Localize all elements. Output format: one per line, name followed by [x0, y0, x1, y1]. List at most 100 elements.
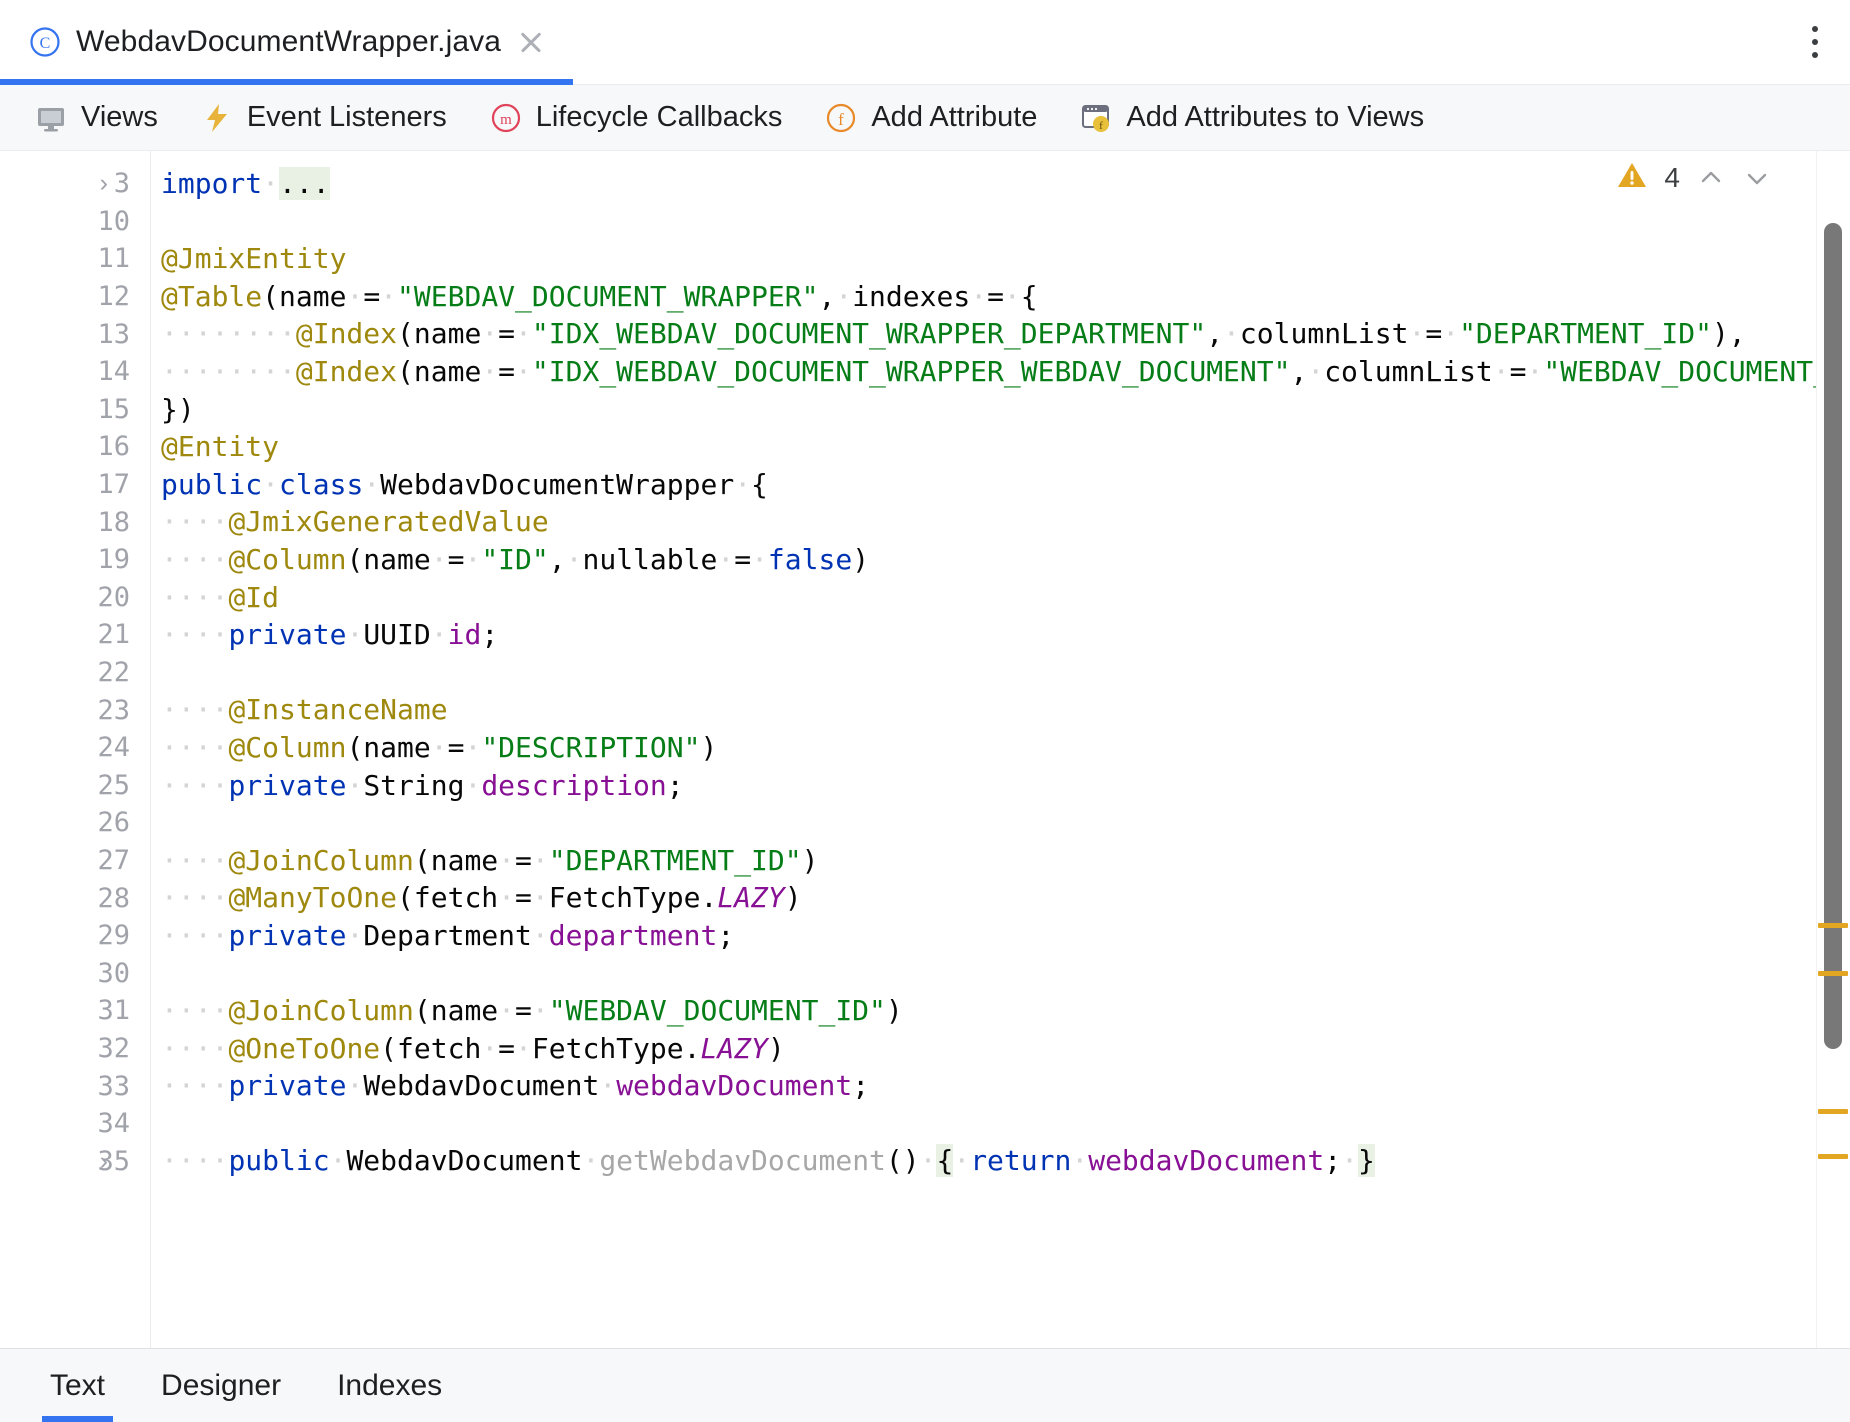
line-number-gutter[interactable]: ›31011 1213 14 1516 1718192021222324252627 28…: [0, 151, 150, 1348]
line-number[interactable]: 15: [0, 391, 150, 429]
line-number-label: 28: [97, 883, 130, 914]
line-number[interactable]: 23: [0, 691, 150, 729]
toolbar-action-add-attributes-to-views[interactable]: f Add Attributes to Views: [1079, 101, 1424, 135]
line-number[interactable]: 11: [0, 240, 150, 278]
line-number-label: 29: [97, 920, 130, 951]
code-line[interactable]: ····private·WebdavDocument·webdavDocumen…: [151, 1067, 1850, 1105]
line-number[interactable]: 13: [0, 315, 150, 353]
code-line[interactable]: ····@OneToOne(fetch·=·FetchType.LAZY): [151, 1030, 1850, 1068]
code-line[interactable]: [151, 654, 1850, 692]
tab-indexes[interactable]: Indexes: [313, 1349, 466, 1422]
code-line[interactable]: ····private·String·description;: [151, 767, 1850, 805]
line-number[interactable]: 14: [0, 353, 150, 391]
inspection-widget[interactable]: 4: [1606, 159, 1772, 196]
code-line[interactable]: ····@Column(name·=·"DESCRIPTION"): [151, 729, 1850, 767]
chevron-right-fold-icon[interactable]: ›: [100, 1147, 108, 1176]
line-number[interactable]: 33: [0, 1067, 150, 1105]
code-line[interactable]: ····@InstanceName: [151, 691, 1850, 729]
line-number[interactable]: 24: [0, 729, 150, 767]
code-line[interactable]: import·...: [151, 165, 1850, 203]
line-number-label: 14: [97, 356, 130, 387]
chevron-down-icon[interactable]: [1742, 163, 1772, 193]
code-line[interactable]: [151, 203, 1850, 241]
line-number[interactable]: 32: [0, 1030, 150, 1068]
line-number[interactable]: 26: [0, 804, 150, 842]
code-content-area[interactable]: import·... @JmixEntity@Table(name·=·"WEB…: [150, 151, 1850, 1348]
toolbar-action-add-attribute[interactable]: f Add Attribute: [824, 101, 1037, 135]
line-number-label: 11: [97, 243, 130, 274]
line-number[interactable]: 22: [0, 654, 150, 692]
line-number-label: 34: [97, 1108, 130, 1139]
toolbar-action-label: Views: [81, 101, 158, 134]
code-line[interactable]: @Table(name·=·"WEBDAV_DOCUMENT_WRAPPER",…: [151, 278, 1850, 316]
toolbar-action-lifecycle-callbacks[interactable]: m Lifecycle Callbacks: [489, 101, 783, 135]
file-tab-label: WebdavDocumentWrapper.java: [76, 25, 501, 59]
code-line[interactable]: ····private·Department·department;: [151, 917, 1850, 955]
editor-vertical-scrollbar[interactable]: [1816, 151, 1850, 1348]
line-number[interactable]: 25: [0, 767, 150, 805]
file-tab-webdav-document-wrapper[interactable]: C WebdavDocumentWrapper.java: [0, 0, 573, 85]
code-line[interactable]: ····@Id: [151, 579, 1850, 617]
scrollbar-warning-marker[interactable]: [1818, 1109, 1848, 1114]
toolbar-action-event-listeners[interactable]: Event Listeners: [200, 101, 447, 135]
svg-text:C: C: [40, 35, 51, 52]
line-number-label: 27: [97, 845, 130, 876]
code-line[interactable]: }): [151, 391, 1850, 429]
code-line[interactable]: @JmixEntity: [151, 240, 1850, 278]
line-number[interactable]: 18: [0, 503, 150, 541]
line-number-label: 25: [97, 770, 130, 801]
scrollbar-warning-marker[interactable]: [1818, 971, 1848, 976]
line-number-label: 13: [97, 319, 130, 350]
tab-designer[interactable]: Designer: [137, 1349, 305, 1422]
code-line[interactable]: [151, 954, 1850, 992]
line-number[interactable]: 20: [0, 579, 150, 617]
more-options-icon[interactable]: [1810, 26, 1820, 58]
line-number[interactable]: 30: [0, 954, 150, 992]
tab-label: Text: [50, 1369, 105, 1403]
chevron-up-icon[interactable]: [1696, 163, 1726, 193]
tab-text[interactable]: Text: [26, 1349, 129, 1422]
code-line[interactable]: ····@JoinColumn(name·=·"DEPARTMENT_ID"): [151, 842, 1850, 880]
code-line[interactable]: ····private·UUID·id;: [151, 616, 1850, 654]
line-number[interactable]: 31: [0, 992, 150, 1030]
line-number[interactable]: ›3: [0, 165, 150, 203]
svg-text:m: m: [500, 112, 512, 128]
line-number-label: 23: [97, 695, 130, 726]
line-number-label: 30: [97, 958, 130, 989]
line-number[interactable]: 29: [0, 917, 150, 955]
code-line[interactable]: ····@Column(name·=·"ID",·nullable·=·fals…: [151, 541, 1850, 579]
code-line[interactable]: ····public·WebdavDocument·getWebdavDocum…: [151, 1142, 1850, 1180]
line-number[interactable]: 16: [0, 428, 150, 466]
code-line[interactable]: @Entity: [151, 428, 1850, 466]
code-line[interactable]: ····@JoinColumn(name·=·"WEBDAV_DOCUMENT_…: [151, 992, 1850, 1030]
chevron-right-fold-icon[interactable]: ›: [100, 169, 108, 198]
line-number[interactable]: 17: [0, 466, 150, 504]
line-number-label: 18: [97, 507, 130, 538]
code-line[interactable]: ········@Index(name·=·"IDX_WEBDAV_DOCUME…: [151, 315, 1850, 353]
line-number[interactable]: 12: [0, 278, 150, 316]
java-class-icon: C: [28, 25, 62, 59]
code-line[interactable]: [151, 1105, 1850, 1143]
line-number[interactable]: 28: [0, 879, 150, 917]
line-number[interactable]: 27: [0, 842, 150, 880]
toolbar-action-views[interactable]: Views: [34, 101, 158, 135]
line-number[interactable]: 10: [0, 203, 150, 241]
close-icon[interactable]: [515, 26, 547, 58]
toolbar-action-label: Lifecycle Callbacks: [536, 101, 783, 134]
scrollbar-warning-marker[interactable]: [1818, 1154, 1848, 1159]
scrollbar-warning-marker[interactable]: [1818, 923, 1848, 928]
code-line[interactable]: ········@Index(name·=·"IDX_WEBDAV_DOCUME…: [151, 353, 1850, 391]
editor-bottom-tabs: Text Designer Indexes: [0, 1348, 1850, 1422]
add-attribute-icon: f: [824, 101, 858, 135]
line-number-label: 16: [97, 431, 130, 462]
line-number[interactable]: 21: [0, 616, 150, 654]
code-line[interactable]: public·class·WebdavDocumentWrapper·{: [151, 466, 1850, 504]
toolbar-action-label: Add Attributes to Views: [1126, 101, 1424, 134]
line-number[interactable]: ›35: [0, 1142, 150, 1180]
code-line[interactable]: ····@ManyToOne(fetch·=·FetchType.LAZY): [151, 879, 1850, 917]
code-editor[interactable]: ›31011 1213 14 1516 1718192021222324252627 28…: [0, 151, 1850, 1348]
line-number[interactable]: 34: [0, 1105, 150, 1143]
code-line[interactable]: [151, 804, 1850, 842]
line-number[interactable]: 19: [0, 541, 150, 579]
code-line[interactable]: ····@JmixGeneratedValue: [151, 503, 1850, 541]
